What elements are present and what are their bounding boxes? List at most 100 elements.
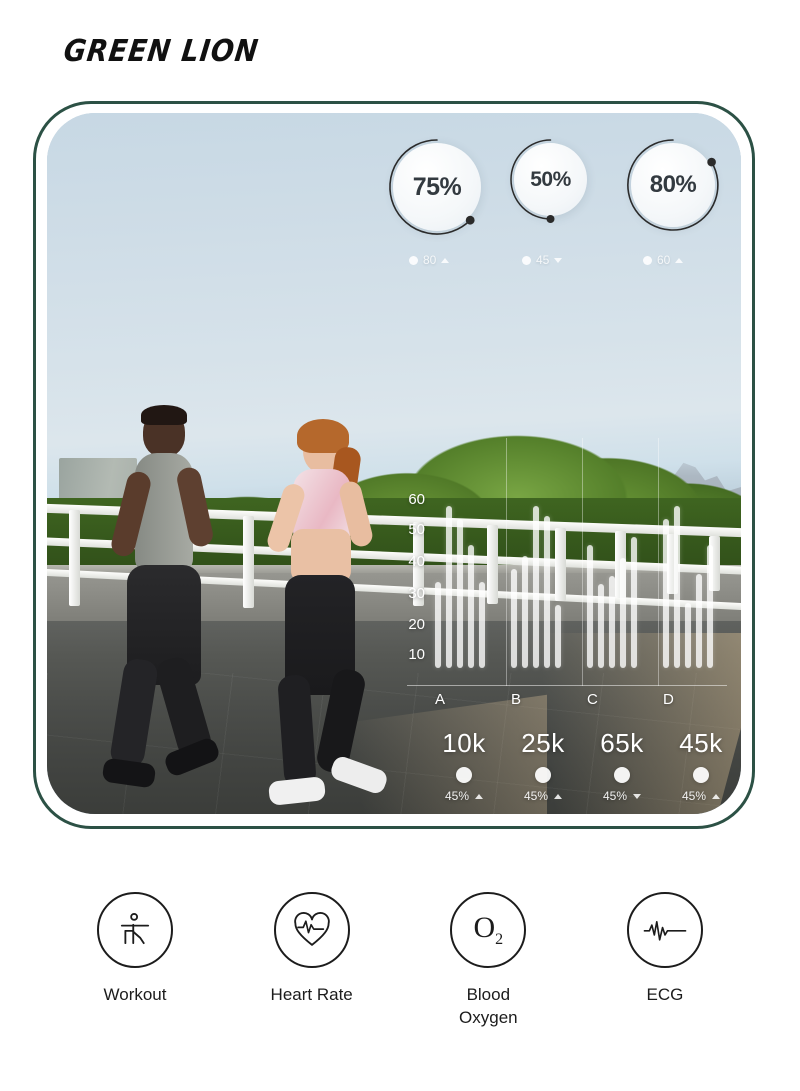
stat-card-1[interactable]: 10k 45%	[427, 728, 501, 803]
stat-value-1: 10k	[442, 728, 486, 758]
chart-bar-a-1	[435, 581, 441, 668]
feature-label-ecg: ECG	[646, 985, 684, 1004]
workout-icon-circle	[97, 892, 173, 968]
y-tick-30: 30	[408, 585, 425, 602]
runner-left	[101, 405, 255, 814]
triangle-down-icon	[633, 793, 642, 799]
chart-bars-d	[663, 498, 713, 668]
radial-gauge-2[interactable]: 50%	[510, 139, 587, 223]
gauge-arc-1	[389, 139, 475, 235]
stat-change-value-1: 45%	[444, 789, 470, 803]
chart-bar-d-3	[685, 602, 691, 668]
stat-dot-icon	[614, 767, 630, 783]
chart-bars-c	[587, 498, 637, 668]
triangle-up-icon	[441, 257, 450, 263]
chart-bar-c-4	[620, 558, 626, 668]
chart-bar-b-5	[555, 605, 561, 668]
stat-dot-icon	[456, 767, 472, 783]
chart-bar-a-4	[468, 545, 474, 668]
stat-value-2: 25k	[521, 728, 565, 758]
blood-oxygen-icon-circle: O2	[450, 892, 527, 968]
y-tick-20: 20	[408, 616, 425, 633]
gauge-meta-value-3: 60	[657, 253, 671, 267]
feature-label-blood-oxygen: Blood Oxygen	[459, 985, 518, 1027]
chart-bars-b	[511, 498, 561, 668]
chart-bar-b-1	[511, 568, 517, 668]
stat-dot-icon	[693, 767, 709, 783]
stat-card-4[interactable]: 45k 45%	[664, 728, 738, 803]
chart-bar-b-2	[522, 555, 528, 668]
stat-change-value-4: 45%	[681, 789, 707, 803]
brand-logo: GREEN LION	[61, 34, 261, 69]
chart-bar-c-1	[587, 545, 593, 668]
gauge-meta-value-2: 45	[536, 253, 550, 267]
stat-overlay-group: 10k 45% 25k 45% 65k 45% 45k 45%	[427, 728, 737, 814]
gauge-arc-2	[510, 139, 555, 223]
stat-dot-icon	[535, 767, 551, 783]
blood-oxygen-o2-icon: O2	[473, 911, 504, 948]
triangle-up-icon	[475, 793, 484, 799]
chart-bar-a-2	[446, 505, 452, 668]
gauge-meta-3: 60	[643, 253, 684, 267]
feature-workout[interactable]: Workout	[60, 892, 210, 1062]
chart-bar-a-5	[479, 581, 485, 668]
status-dot-icon	[643, 255, 652, 265]
heart-rate-icon-circle	[273, 892, 350, 968]
stat-change-1: 45%	[427, 789, 501, 803]
stat-card-3[interactable]: 65k 45%	[585, 728, 659, 803]
status-dot-icon	[522, 255, 531, 265]
stat-card-2[interactable]: 25k 45%	[506, 728, 580, 803]
gauge-overlay-group: 75% 80 50% 45 80% 60	[377, 139, 727, 293]
y-tick-60: 60	[408, 491, 425, 508]
stat-change-3: 45%	[585, 789, 659, 803]
chart-baseline	[407, 685, 727, 686]
feature-heart-rate[interactable]: Heart Rate	[237, 892, 387, 1062]
feature-blood-oxygen[interactable]: O2 Blood Oxygen	[413, 892, 563, 1062]
y-tick-50: 50	[408, 521, 425, 538]
heart-pulse-icon	[293, 912, 330, 946]
activity-bar-chart: 60 50 40 30 20 10 A B	[395, 438, 727, 708]
ecg-icon-circle	[626, 892, 703, 968]
gauge-meta-2: 45	[522, 253, 563, 267]
gauge-arc-3	[627, 139, 719, 231]
radial-gauge-1[interactable]: 75%	[389, 139, 481, 235]
triangle-up-icon	[712, 793, 721, 799]
chart-bar-c-3	[609, 576, 615, 668]
product-feature-page: GREEN LION 75% 80 50% 45 80% 60 60 50 40…	[0, 0, 800, 1091]
gauge-card-3[interactable]: 80% 60	[627, 139, 719, 267]
chart-bar-c-5	[631, 537, 637, 668]
stat-change-4: 45%	[664, 789, 738, 803]
workout-person-icon	[120, 912, 150, 945]
chart-bar-c-2	[598, 584, 604, 668]
y-tick-10: 10	[408, 646, 425, 663]
gauge-meta-value-1: 80	[423, 253, 437, 267]
chart-bar-d-4	[696, 573, 702, 668]
chart-bar-d-2	[674, 505, 680, 668]
chart-bars-a	[435, 498, 485, 668]
triangle-up-icon	[554, 793, 563, 799]
chart-bar-b-3	[533, 505, 539, 668]
triangle-down-icon	[554, 257, 563, 263]
gauge-card-1[interactable]: 75% 80	[389, 139, 481, 267]
radial-gauge-3[interactable]: 80%	[627, 139, 719, 231]
chart-bar-d-5	[707, 545, 713, 668]
runner-right	[257, 419, 417, 814]
hero-photo: 75% 80 50% 45 80% 60 60 50 40 30 20 10 1…	[47, 113, 741, 814]
feature-icon-row: Workout Heart Rate O2 Blood Oxygen ECG	[60, 892, 740, 1062]
stat-value-4: 45k	[679, 728, 723, 758]
gauge-card-2[interactable]: 50% 45	[510, 139, 587, 267]
stat-change-value-2: 45%	[523, 789, 549, 803]
y-tick-40: 40	[408, 553, 425, 570]
chart-y-axis: 60 50 40 30 20 10	[395, 492, 425, 668]
chart-bar-a-3	[457, 518, 463, 668]
feature-label-heart-rate: Heart Rate	[270, 985, 353, 1004]
gauge-meta-1: 80	[409, 253, 450, 267]
feature-ecg[interactable]: ECG	[590, 892, 740, 1062]
triangle-up-icon	[675, 257, 684, 263]
chart-plot-area: A B C D	[407, 438, 727, 708]
chart-bar-b-4	[544, 516, 550, 668]
stat-value-3: 65k	[600, 728, 644, 758]
ecg-waveform-icon	[643, 920, 687, 941]
stat-change-2: 45%	[506, 789, 580, 803]
chart-bar-d-1	[663, 518, 669, 668]
